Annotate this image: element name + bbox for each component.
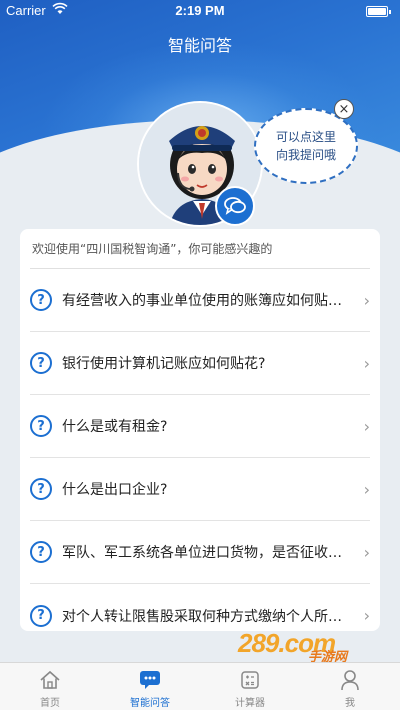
chat-icon bbox=[139, 669, 161, 691]
question-item[interactable]: ? 银行使用计算机记账应如何贴花? › bbox=[30, 332, 370, 395]
tab-calculator[interactable]: 计算器 bbox=[200, 663, 300, 710]
tab-me[interactable]: 我 bbox=[300, 663, 400, 710]
question-text: 军队、军工系统各单位进口货物，是否征收增值税？ bbox=[62, 545, 348, 561]
watermark-logo: 289.com 手游网 bbox=[238, 628, 388, 664]
chevron-right-icon: › bbox=[363, 416, 370, 436]
question-item[interactable]: ? 军队、军工系统各单位进口货物，是否征收增值税？ › bbox=[30, 521, 370, 584]
tab-label: 计算器 bbox=[235, 698, 265, 709]
question-text: 有经营收入的事业单位使用的账簿应如何贴花？ bbox=[62, 293, 348, 309]
question-item[interactable]: ? 什么是或有租金? › bbox=[30, 395, 370, 458]
question-mark-icon: ? bbox=[30, 289, 52, 311]
battery-icon bbox=[366, 6, 391, 17]
chat-bubbles-icon[interactable] bbox=[215, 186, 255, 226]
status-bar: Carrier 2:19 PM bbox=[0, 0, 400, 22]
question-mark-icon: ? bbox=[30, 352, 52, 374]
question-item[interactable]: ? 有经营收入的事业单位使用的账簿应如何贴花？ › bbox=[30, 269, 370, 332]
tab-label: 智能问答 bbox=[130, 698, 170, 709]
calculator-icon bbox=[240, 669, 260, 691]
tab-bar: 首页 智能问答 计算器 我 bbox=[0, 662, 400, 710]
question-text: 什么是或有租金? bbox=[62, 419, 168, 435]
question-item[interactable]: ? 什么是出口企业? › bbox=[30, 458, 370, 521]
question-mark-icon: ? bbox=[30, 541, 52, 563]
close-icon[interactable]: × bbox=[334, 99, 354, 119]
tab-home[interactable]: 首页 bbox=[0, 663, 100, 710]
tab-smart-qa[interactable]: 智能问答 bbox=[100, 663, 200, 710]
chevron-right-icon: › bbox=[363, 479, 370, 499]
question-item[interactable]: ? 对个人转让限售股采取何种方式缴纳个人所得税？ › bbox=[30, 584, 370, 631]
hint-line-2: 向我提问哦 bbox=[275, 148, 336, 162]
question-mark-icon: ? bbox=[30, 478, 52, 500]
clock: 2:19 PM bbox=[175, 3, 225, 18]
question-card: 欢迎使用“四川国税智询通”，你可能感兴趣的 ? 有经营收入的事业单位使用的账簿应… bbox=[20, 229, 380, 631]
hint-line-1: 可以点这里 bbox=[275, 130, 336, 144]
chevron-right-icon: › bbox=[363, 542, 370, 562]
user-icon bbox=[340, 669, 360, 691]
chevron-right-icon: › bbox=[363, 290, 370, 310]
tab-label: 首页 bbox=[40, 698, 60, 709]
home-icon bbox=[39, 669, 61, 691]
question-text: 对个人转让限售股采取何种方式缴纳个人所得税？ bbox=[62, 608, 348, 625]
assistant-hint-bubble[interactable]: 可以点这里 向我提问哦 bbox=[254, 108, 358, 184]
intro-text: 欢迎使用“四川国税智询通”，你可能感兴趣的 bbox=[30, 229, 370, 269]
chevron-right-icon: › bbox=[363, 606, 370, 625]
tab-label: 我 bbox=[345, 698, 355, 709]
question-text: 银行使用计算机记账应如何贴花? bbox=[62, 356, 266, 372]
chevron-right-icon: › bbox=[363, 353, 370, 373]
page-title: 智能问答 bbox=[167, 36, 232, 55]
question-text: 什么是出口企业? bbox=[62, 482, 168, 498]
question-mark-icon: ? bbox=[30, 604, 52, 627]
question-mark-icon: ? bbox=[30, 415, 52, 437]
